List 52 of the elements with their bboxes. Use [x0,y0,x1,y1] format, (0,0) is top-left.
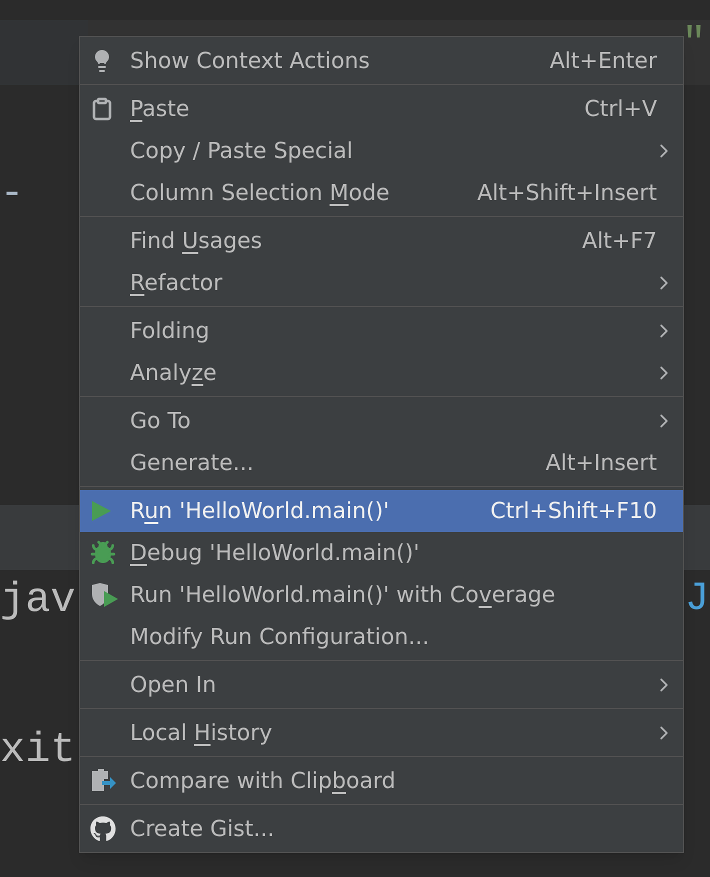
shield-play-icon [90,582,120,608]
menu-item-label: Create Gist... [130,816,274,844]
menu-item-label: Local History [130,720,272,748]
code-text: " [682,21,706,69]
menu-item[interactable]: Open In [80,664,683,706]
menu-item[interactable]: Paste Ctrl+V [80,88,683,130]
menu-item[interactable]: Modify Run Configuration... [80,616,683,658]
menu-item[interactable]: Debug 'HelloWorld.main()' [80,532,683,574]
shortcut-text: Ctrl+V [584,96,657,124]
menu-item-label: Folding [130,318,210,346]
play-icon [90,500,112,522]
menu-item[interactable]: Copy / Paste Special [80,130,683,172]
menu-item-label: Paste [130,96,190,124]
menu-item-label: Open In [130,672,216,700]
code-text: - [0,175,24,215]
menu-item-label: Column Selection Mode [130,180,390,208]
menu-item[interactable]: Find Usages Alt+F7 [80,220,683,262]
menu-item-label: Modify Run Configuration... [130,624,430,652]
shortcut-text: Alt+Enter [550,48,657,76]
code-text: jav [0,575,76,625]
menu-item-label: Go To [130,408,191,436]
menu-item-label: Debug 'HelloWorld.main()' [130,540,420,568]
menu-item[interactable]: Analyze [80,352,683,394]
menu-item[interactable]: Column Selection Mode Alt+Shift+Insert [80,172,683,214]
menu-item-label: Run 'HelloWorld.main()' [130,498,390,526]
menu-item-label: Analyze [130,360,217,388]
menu-item-label: Generate... [130,450,254,478]
menu-item-label: Refactor [130,270,222,298]
menu-item[interactable]: Refactor [80,262,683,304]
shortcut-text: Alt+Insert [546,450,657,478]
github-icon [90,816,116,842]
menu-item[interactable]: Local History [80,712,683,754]
menu-item-label: Copy / Paste Special [130,138,353,166]
menu-item-label: Find Usages [130,228,262,256]
menu-item[interactable]: Show Context Actions Alt+Enter [80,40,683,82]
shortcut-text: Ctrl+Shift+F10 [490,498,657,526]
bug-icon [90,540,116,566]
shortcut-text: Alt+F7 [582,228,657,256]
menu-item[interactable]: Create Gist... [80,808,683,850]
menu-item[interactable]: Run 'HelloWorld.main()' Ctrl+Shift+F10 [80,490,683,532]
shortcut-text: Alt+Shift+Insert [477,180,657,208]
code-text: J [684,576,710,624]
menu-item-label: Run 'HelloWorld.main()' with Coverage [130,582,556,610]
menu-item-label: Show Context Actions [130,48,370,76]
menu-item-label: Compare with Clipboard [130,768,396,796]
clipboard-icon [90,96,114,122]
menu-item[interactable]: Compare with Clipboard [80,760,683,802]
menu-item[interactable]: Go To [80,400,683,442]
code-text: xit [0,725,76,775]
menu-item[interactable]: Run 'HelloWorld.main()' with Coverage [80,574,683,616]
menu-item[interactable]: Folding [80,310,683,352]
menu-item[interactable]: Generate... Alt+Insert [80,442,683,484]
